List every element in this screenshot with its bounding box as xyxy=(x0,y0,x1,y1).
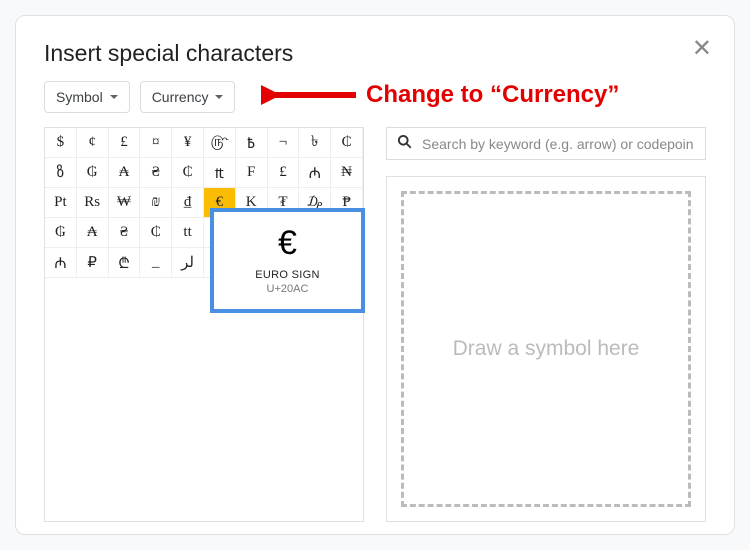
subcategory-label: Currency xyxy=(152,89,209,105)
draw-placeholder: Draw a symbol here xyxy=(453,337,640,361)
close-icon: ✕ xyxy=(692,35,712,62)
character-cell[interactable]: ¤ xyxy=(140,128,172,158)
character-cell[interactable]: لر xyxy=(172,248,204,278)
character-cell[interactable]: ₴ xyxy=(140,158,172,188)
character-cell[interactable]: ₾ xyxy=(109,248,141,278)
character-cell[interactable]: ₲ xyxy=(45,218,77,248)
character-cell[interactable]: ₳ xyxy=(77,218,109,248)
character-cell[interactable]: ₫ xyxy=(172,188,204,218)
character-cell[interactable]: ₶ xyxy=(204,158,236,188)
character-cell[interactable]: ৳ xyxy=(299,128,331,158)
character-cell[interactable]: F xyxy=(236,158,268,188)
character-cell[interactable]: ₼ xyxy=(299,158,331,188)
chevron-down-icon xyxy=(215,95,223,99)
character-cell[interactable]: £ xyxy=(109,128,141,158)
character-cell[interactable]: ₽ xyxy=(77,248,109,278)
search-icon xyxy=(397,134,412,153)
character-cell[interactable]: ₼ xyxy=(45,248,77,278)
character-cell[interactable]: £ xyxy=(268,158,300,188)
close-button[interactable]: ✕ xyxy=(692,34,712,63)
right-pane: Draw a symbol here xyxy=(386,127,706,522)
character-cell[interactable]: ¥ xyxy=(172,128,204,158)
character-cell[interactable]: ₲ xyxy=(77,158,109,188)
content-row: $¢£¤¥௹߿¬৳₵ზ₲₳₴₵₶F£₼₦PtRs₩₪₫€K₮₯₱₲₳₴₵tt₷₸… xyxy=(44,127,706,522)
search-box[interactable] xyxy=(386,127,706,160)
character-cell[interactable]: ¢ xyxy=(77,128,109,158)
subcategory-dropdown[interactable]: Currency xyxy=(140,81,236,113)
chevron-down-icon xyxy=(110,95,118,99)
character-cell[interactable]: ௹ xyxy=(204,128,236,158)
tooltip-glyph: € xyxy=(222,224,353,263)
character-cell[interactable]: ₳ xyxy=(109,158,141,188)
search-input[interactable] xyxy=(420,135,695,153)
character-cell[interactable]: ߿ xyxy=(236,128,268,158)
character-cell[interactable]: ₦ xyxy=(331,158,363,188)
character-cell[interactable]: tt xyxy=(172,218,204,248)
character-cell[interactable]: ₵ xyxy=(331,128,363,158)
character-cell[interactable]: Pt xyxy=(45,188,77,218)
character-cell[interactable]: ₩ xyxy=(109,188,141,218)
category-label: Symbol xyxy=(56,89,103,105)
tooltip-name: EURO SIGN xyxy=(222,269,353,281)
character-cell[interactable]: ¬ xyxy=(268,128,300,158)
character-cell[interactable]: ₵ xyxy=(140,218,172,248)
character-cell[interactable]: $ xyxy=(45,128,77,158)
character-cell[interactable]: ₪ xyxy=(140,188,172,218)
dialog-title: Insert special characters xyxy=(44,40,706,67)
draw-canvas[interactable]: Draw a symbol here xyxy=(401,191,691,507)
draw-box: Draw a symbol here xyxy=(386,176,706,522)
category-dropdown[interactable]: Symbol xyxy=(44,81,130,113)
character-tooltip: € EURO SIGN U+20AC xyxy=(210,208,365,313)
dropdown-row: Symbol Currency xyxy=(44,81,706,113)
character-cell[interactable]: ზ xyxy=(45,158,77,188)
character-cell[interactable]: _ xyxy=(140,248,172,278)
special-characters-dialog: ✕ Insert special characters Symbol Curre… xyxy=(15,15,735,535)
character-cell[interactable]: Rs xyxy=(77,188,109,218)
character-cell[interactable]: ₴ xyxy=(109,218,141,248)
tooltip-codepoint: U+20AC xyxy=(222,283,353,295)
character-cell[interactable]: ₵ xyxy=(172,158,204,188)
character-grid-pane: $¢£¤¥௹߿¬৳₵ზ₲₳₴₵₶F£₼₦PtRs₩₪₫€K₮₯₱₲₳₴₵tt₷₸… xyxy=(44,127,364,522)
